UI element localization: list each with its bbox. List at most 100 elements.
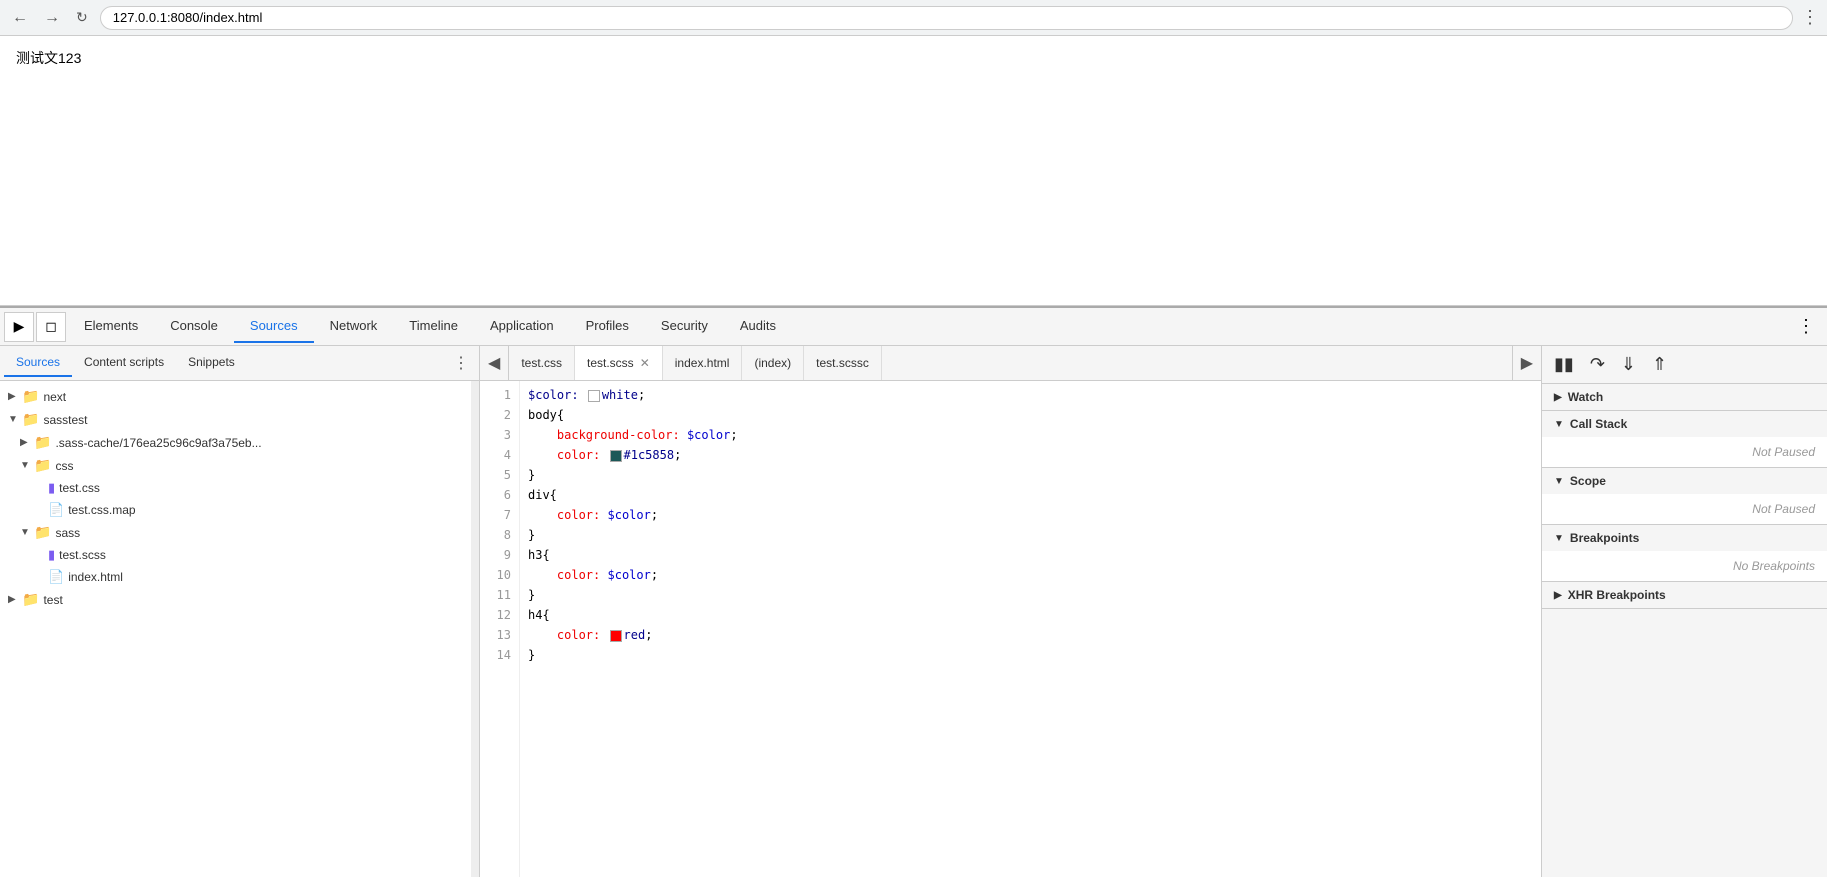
tab-timeline[interactable]: Timeline <box>393 310 474 343</box>
list-item[interactable]: 📄 index.html <box>0 566 471 588</box>
list-item[interactable]: ▶ 📁 next <box>0 385 471 408</box>
css-file-icon: ▮ <box>48 480 55 496</box>
tab-profiles[interactable]: Profiles <box>570 310 645 343</box>
scope-chevron-icon: ▼ <box>1554 476 1564 487</box>
scope-section: ▼ Scope Not Paused <box>1542 468 1827 525</box>
sources-tab-snippets[interactable]: Snippets <box>176 349 247 377</box>
editor-tab-test-css[interactable]: test.css <box>509 346 575 380</box>
tab-console[interactable]: Console <box>154 310 234 343</box>
inspect-element-icon[interactable]: ▶ <box>4 312 34 342</box>
list-item[interactable]: ▼ 📁 sasstest <box>0 408 471 431</box>
color-swatch[interactable] <box>610 450 622 462</box>
device-toolbar-icon[interactable]: ◻ <box>36 312 66 342</box>
list-item[interactable]: ▮ test.css <box>0 477 471 499</box>
file-label: test.scss <box>59 548 106 562</box>
pause-button[interactable]: ▮▮ <box>1550 352 1578 377</box>
file-label: test.css.map <box>68 503 135 517</box>
tree-toggle-sass-cache: ▶ <box>20 437 34 448</box>
xhr-breakpoints-section-header[interactable]: ▶ XHR Breakpoints <box>1542 582 1827 608</box>
sources-more-button[interactable]: ⋮ <box>447 353 475 373</box>
step-out-button[interactable]: ⇑ <box>1648 352 1671 377</box>
editor-tab-next-button[interactable]: ▶ <box>1512 346 1541 380</box>
code-line: color: $color; <box>528 505 1533 525</box>
scope-label: Scope <box>1570 474 1606 488</box>
list-item[interactable]: ▼ 📁 css <box>0 454 471 477</box>
code-line: color: #1c5858; <box>528 445 1533 465</box>
page-content: 测试文123 <box>0 36 1827 306</box>
sources-tab-content-scripts[interactable]: Content scripts <box>72 349 176 377</box>
close-tab-icon[interactable]: ✕ <box>640 356 650 370</box>
forward-button[interactable]: → <box>40 7 64 29</box>
tab-security[interactable]: Security <box>645 310 724 343</box>
editor-tab-bar: ◀ test.css test.scss ✕ index.html (index… <box>480 346 1541 381</box>
step-into-button[interactable]: ⇓ <box>1617 352 1640 377</box>
scss-file-icon: ▮ <box>48 547 55 563</box>
tree-toggle-spacer4 <box>34 572 48 583</box>
step-over-button[interactable]: ↷ <box>1586 352 1609 377</box>
tab-sources[interactable]: Sources <box>234 310 314 343</box>
line-num: 14 <box>480 645 519 665</box>
xhr-breakpoints-label: XHR Breakpoints <box>1568 588 1666 602</box>
color-swatch[interactable] <box>610 630 622 642</box>
list-item[interactable]: ▼ 📁 sass <box>0 521 471 544</box>
code-line: h3{ <box>528 545 1533 565</box>
code-line: } <box>528 465 1533 485</box>
devtools-tab-bar: ▶ ◻ Elements Console Sources Network Tim… <box>0 308 1827 346</box>
folder-icon: 📁 <box>22 411 39 428</box>
breakpoints-section: ▼ Breakpoints No Breakpoints <box>1542 525 1827 582</box>
code-line: div{ <box>528 485 1533 505</box>
color-swatch[interactable] <box>588 390 600 402</box>
editor-tab-test-scss[interactable]: test.scss ✕ <box>575 346 663 380</box>
code-line: } <box>528 525 1533 545</box>
code-line: body{ <box>528 405 1533 425</box>
back-button[interactable]: ← <box>8 7 32 29</box>
editor-tab-index-html[interactable]: index.html <box>663 346 743 380</box>
editor-tab-index[interactable]: (index) <box>742 346 804 380</box>
file-label: css <box>55 459 73 473</box>
file-label: sasstest <box>43 413 87 427</box>
list-item[interactable]: 📄 test.css.map <box>0 499 471 521</box>
watch-section-header[interactable]: ▶ Watch <box>1542 384 1827 410</box>
breakpoints-section-header[interactable]: ▼ Breakpoints <box>1542 525 1827 551</box>
line-numbers: 1 2 3 4 5 6 7 8 9 10 11 12 13 14 <box>480 381 520 877</box>
list-item[interactable]: ▶ 📁 .sass-cache/176ea25c96c9af3a75eb... <box>0 431 471 454</box>
address-bar[interactable] <box>100 6 1793 30</box>
reload-button[interactable]: ↻ <box>72 7 92 28</box>
tree-toggle-spacer2 <box>34 505 48 516</box>
sources-sub-tab-bar: Sources Content scripts Snippets ⋮ <box>0 346 479 381</box>
editor-tab-test-scssc[interactable]: test.scssc <box>804 346 882 380</box>
sources-sidebar: Sources Content scripts Snippets ⋮ ▶ 📁 n… <box>0 346 480 877</box>
scope-section-header[interactable]: ▼ Scope <box>1542 468 1827 494</box>
devtools-panel: ▶ ◻ Elements Console Sources Network Tim… <box>0 306 1827 877</box>
editor-tab-label: (index) <box>754 356 791 370</box>
devtools-more-icon[interactable]: ⋮ <box>1789 316 1823 337</box>
tab-elements[interactable]: Elements <box>68 310 154 343</box>
sources-tab-sources[interactable]: Sources <box>4 349 72 377</box>
code-editor[interactable]: 1 2 3 4 5 6 7 8 9 10 11 12 13 14 <box>480 381 1541 877</box>
editor-tab-prev-button[interactable]: ◀ <box>480 346 509 380</box>
tab-application[interactable]: Application <box>474 310 570 343</box>
devtools-main: Sources Content scripts Snippets ⋮ ▶ 📁 n… <box>0 346 1827 877</box>
list-item[interactable]: ▶ 📁 test <box>0 588 471 611</box>
line-num: 8 <box>480 525 519 545</box>
tab-network[interactable]: Network <box>314 310 394 343</box>
tree-toggle-spacer <box>34 483 48 494</box>
list-item[interactable]: ▮ test.scss <box>0 544 471 566</box>
tree-toggle-test: ▶ <box>8 594 22 605</box>
folder-icon: 📁 <box>34 457 51 474</box>
vertical-scrollbar[interactable] <box>471 381 479 877</box>
call-stack-section: ▼ Call Stack Not Paused <box>1542 411 1827 468</box>
file-label: sass <box>55 526 80 540</box>
file-label: test <box>43 593 62 607</box>
call-stack-section-header[interactable]: ▼ Call Stack <box>1542 411 1827 437</box>
line-num: 9 <box>480 545 519 565</box>
tree-toggle-sass: ▼ <box>20 527 34 538</box>
debug-toolbar: ▮▮ ↷ ⇓ ⇑ <box>1542 346 1827 384</box>
right-panel: ▮▮ ↷ ⇓ ⇑ ▶ Watch ▼ Call Stack Not Paused <box>1542 346 1827 877</box>
tab-audits[interactable]: Audits <box>724 310 792 343</box>
browser-menu-icon[interactable]: ⋮ <box>1801 7 1819 28</box>
line-num: 2 <box>480 405 519 425</box>
watch-chevron-icon: ▶ <box>1554 392 1562 403</box>
line-num: 4 <box>480 445 519 465</box>
line-num: 6 <box>480 485 519 505</box>
